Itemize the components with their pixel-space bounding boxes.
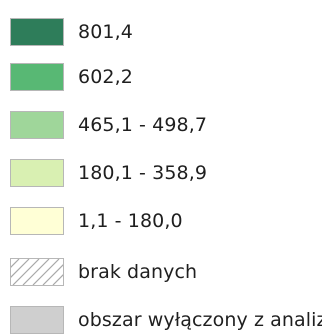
- legend-label: 801,4: [78, 20, 133, 43]
- legend-label: brak danych: [78, 260, 198, 283]
- legend-item-801-4: 801,4: [10, 16, 133, 48]
- hatch-pattern-icon: [11, 259, 63, 285]
- legend-swatch-hatched: [10, 258, 64, 286]
- legend-label: 465,1 - 498,7: [78, 113, 208, 136]
- legend-item-no-data: brak danych: [10, 256, 197, 288]
- legend-label: 1,1 - 180,0: [78, 209, 183, 232]
- map-legend: 801,4 602,2 465,1 - 498,7 180,1 - 358,9 …: [0, 0, 322, 336]
- legend-label: 180,1 - 358,9: [78, 161, 208, 184]
- legend-swatch-medium-green: [10, 63, 64, 91]
- legend-label: obszar wyłączony z analiz: [78, 308, 322, 331]
- legend-item-excluded-area: obszar wyłączony z analiz: [10, 304, 322, 336]
- legend-label: 602,2: [78, 65, 133, 88]
- legend-item-602-2: 602,2: [10, 61, 133, 93]
- legend-swatch-gray: [10, 306, 64, 334]
- legend-item-465-1-498-7: 465,1 - 498,7: [10, 109, 207, 141]
- legend-item-180-1-358-9: 180,1 - 358,9: [10, 157, 207, 189]
- legend-swatch-pale-green: [10, 159, 64, 187]
- legend-swatch-pale-yellow: [10, 207, 64, 235]
- legend-item-1-1-180-0: 1,1 - 180,0: [10, 205, 183, 237]
- legend-swatch-light-green: [10, 111, 64, 139]
- legend-swatch-dark-green: [10, 18, 64, 46]
